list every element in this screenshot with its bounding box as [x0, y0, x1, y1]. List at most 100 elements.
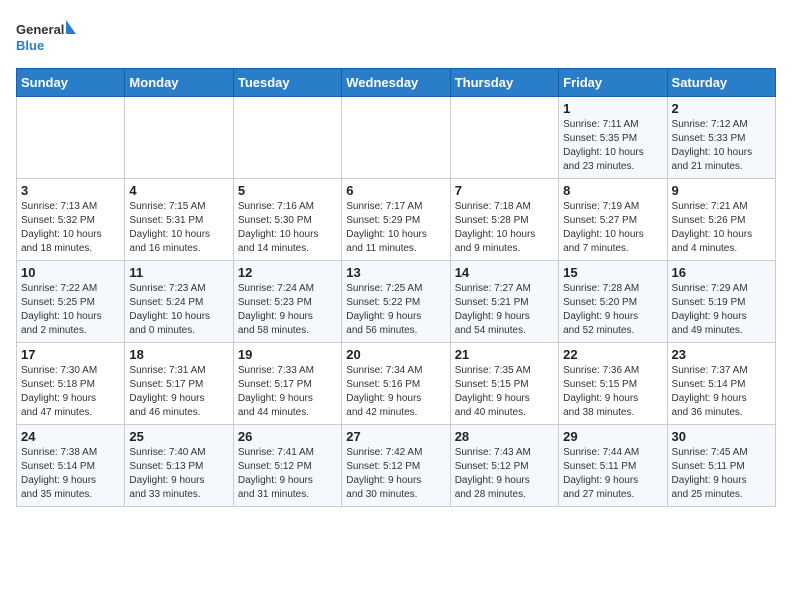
day-info: Sunrise: 7:30 AM Sunset: 5:18 PM Dayligh… — [21, 364, 120, 420]
calendar-cell: 23 Sunrise: 7:37 AM Sunset: 5:14 PM Dayli… — [667, 343, 775, 425]
day-number: 24 — [21, 429, 120, 444]
calendar-week-3: 10Sunrise: 7:22 AM Sunset: 5:25 PM Dayli… — [17, 261, 776, 343]
calendar-cell: 30 Sunrise: 7:45 AM Sunset: 5:11 PM Dayli… — [667, 425, 775, 507]
day-info: Sunrise: 7:40 AM Sunset: 5:13 PM Dayligh… — [129, 446, 228, 502]
day-info: Sunrise: 7:23 AM Sunset: 5:24 PM Dayligh… — [129, 282, 228, 338]
calendar-cell: 28Sunrise: 7:43 AM Sunset: 5:12 PM Dayli… — [450, 425, 558, 507]
calendar-cell: 2Sunrise: 7:12 AM Sunset: 5:33 PM Daylig… — [667, 97, 775, 179]
day-number: 26 — [238, 429, 337, 444]
day-info: Sunrise: 7:13 AM Sunset: 5:32 PM Dayligh… — [21, 200, 120, 256]
weekday-header-friday: Friday — [559, 69, 667, 97]
day-number: 13 — [346, 265, 445, 280]
logo: General Blue — [16, 16, 76, 60]
day-number: 7 — [455, 183, 554, 198]
calendar-cell — [125, 97, 233, 179]
day-number: 1 — [563, 101, 662, 116]
calendar-cell: 25 Sunrise: 7:40 AM Sunset: 5:13 PM Dayli… — [125, 425, 233, 507]
calendar-cell: 10Sunrise: 7:22 AM Sunset: 5:25 PM Dayli… — [17, 261, 125, 343]
calendar-cell — [233, 97, 341, 179]
day-info: Sunrise: 7:18 AM Sunset: 5:28 PM Dayligh… — [455, 200, 554, 256]
day-info: Sunrise: 7:29 AM Sunset: 5:19 PM Dayligh… — [672, 282, 771, 338]
page-header: General Blue — [16, 16, 776, 60]
day-number: 20 — [346, 347, 445, 362]
day-number: 22 — [563, 347, 662, 362]
calendar-week-2: 3 Sunrise: 7:13 AM Sunset: 5:32 PM Daylig… — [17, 179, 776, 261]
calendar-cell — [17, 97, 125, 179]
day-number: 11 — [129, 265, 228, 280]
calendar-cell: 18 Sunrise: 7:31 AM Sunset: 5:17 PM Dayli… — [125, 343, 233, 425]
day-number: 12 — [238, 265, 337, 280]
day-number: 14 — [455, 265, 554, 280]
day-number: 30 — [672, 429, 771, 444]
logo-svg: General Blue — [16, 16, 76, 60]
svg-text:General: General — [16, 22, 64, 37]
calendar-cell: 1 Sunrise: 7:11 AM Sunset: 5:35 PM Daylig… — [559, 97, 667, 179]
day-info: Sunrise: 7:44 AM Sunset: 5:11 PM Dayligh… — [563, 446, 662, 502]
calendar-cell: 17 Sunrise: 7:30 AM Sunset: 5:18 PM Dayli… — [17, 343, 125, 425]
day-info: Sunrise: 7:21 AM Sunset: 5:26 PM Dayligh… — [672, 200, 771, 256]
day-info: Sunrise: 7:45 AM Sunset: 5:11 PM Dayligh… — [672, 446, 771, 502]
day-info: Sunrise: 7:35 AM Sunset: 5:15 PM Dayligh… — [455, 364, 554, 420]
day-info: Sunrise: 7:24 AM Sunset: 5:23 PM Dayligh… — [238, 282, 337, 338]
weekday-header-wednesday: Wednesday — [342, 69, 450, 97]
day-info: Sunrise: 7:31 AM Sunset: 5:17 PM Dayligh… — [129, 364, 228, 420]
day-number: 18 — [129, 347, 228, 362]
calendar-cell — [342, 97, 450, 179]
day-number: 16 — [672, 265, 771, 280]
calendar-cell: 3 Sunrise: 7:13 AM Sunset: 5:32 PM Daylig… — [17, 179, 125, 261]
day-number: 6 — [346, 183, 445, 198]
weekday-header-monday: Monday — [125, 69, 233, 97]
calendar-cell — [450, 97, 558, 179]
day-number: 15 — [563, 265, 662, 280]
calendar-cell: 4 Sunrise: 7:15 AM Sunset: 5:31 PM Daylig… — [125, 179, 233, 261]
calendar-cell: 16 Sunrise: 7:29 AM Sunset: 5:19 PM Dayli… — [667, 261, 775, 343]
day-info: Sunrise: 7:42 AM Sunset: 5:12 PM Dayligh… — [346, 446, 445, 502]
calendar-cell: 22 Sunrise: 7:36 AM Sunset: 5:15 PM Dayli… — [559, 343, 667, 425]
calendar-cell: 13Sunrise: 7:25 AM Sunset: 5:22 PM Dayli… — [342, 261, 450, 343]
day-info: Sunrise: 7:16 AM Sunset: 5:30 PM Dayligh… — [238, 200, 337, 256]
calendar-week-1: 1 Sunrise: 7:11 AM Sunset: 5:35 PM Daylig… — [17, 97, 776, 179]
calendar-cell: 7 Sunrise: 7:18 AM Sunset: 5:28 PM Daylig… — [450, 179, 558, 261]
day-info: Sunrise: 7:33 AM Sunset: 5:17 PM Dayligh… — [238, 364, 337, 420]
day-info: Sunrise: 7:37 AM Sunset: 5:14 PM Dayligh… — [672, 364, 771, 420]
day-number: 8 — [563, 183, 662, 198]
day-info: Sunrise: 7:11 AM Sunset: 5:35 PM Dayligh… — [563, 118, 662, 174]
day-number: 3 — [21, 183, 120, 198]
day-number: 23 — [672, 347, 771, 362]
calendar-cell: 6 Sunrise: 7:17 AM Sunset: 5:29 PM Daylig… — [342, 179, 450, 261]
svg-text:Blue: Blue — [16, 38, 44, 53]
day-number: 27 — [346, 429, 445, 444]
calendar-cell: 11 Sunrise: 7:23 AM Sunset: 5:24 PM Dayli… — [125, 261, 233, 343]
day-info: Sunrise: 7:36 AM Sunset: 5:15 PM Dayligh… — [563, 364, 662, 420]
calendar-cell: 15Sunrise: 7:28 AM Sunset: 5:20 PM Dayli… — [559, 261, 667, 343]
calendar-cell: 21 Sunrise: 7:35 AM Sunset: 5:15 PM Dayli… — [450, 343, 558, 425]
calendar-header-row: SundayMondayTuesdayWednesdayThursdayFrid… — [17, 69, 776, 97]
calendar-cell: 20 Sunrise: 7:34 AM Sunset: 5:16 PM Dayli… — [342, 343, 450, 425]
day-info: Sunrise: 7:34 AM Sunset: 5:16 PM Dayligh… — [346, 364, 445, 420]
day-number: 17 — [21, 347, 120, 362]
day-number: 9 — [672, 183, 771, 198]
day-number: 5 — [238, 183, 337, 198]
day-info: Sunrise: 7:41 AM Sunset: 5:12 PM Dayligh… — [238, 446, 337, 502]
day-number: 25 — [129, 429, 228, 444]
calendar-cell: 26 Sunrise: 7:41 AM Sunset: 5:12 PM Dayli… — [233, 425, 341, 507]
day-info: Sunrise: 7:17 AM Sunset: 5:29 PM Dayligh… — [346, 200, 445, 256]
day-number: 28 — [455, 429, 554, 444]
calendar-week-4: 17 Sunrise: 7:30 AM Sunset: 5:18 PM Dayli… — [17, 343, 776, 425]
day-info: Sunrise: 7:38 AM Sunset: 5:14 PM Dayligh… — [21, 446, 120, 502]
calendar-table: SundayMondayTuesdayWednesdayThursdayFrid… — [16, 68, 776, 507]
day-info: Sunrise: 7:19 AM Sunset: 5:27 PM Dayligh… — [563, 200, 662, 256]
weekday-header-thursday: Thursday — [450, 69, 558, 97]
calendar-cell: 5 Sunrise: 7:16 AM Sunset: 5:30 PM Daylig… — [233, 179, 341, 261]
day-number: 21 — [455, 347, 554, 362]
calendar-cell: 27 Sunrise: 7:42 AM Sunset: 5:12 PM Dayli… — [342, 425, 450, 507]
weekday-header-tuesday: Tuesday — [233, 69, 341, 97]
calendar-cell: 19 Sunrise: 7:33 AM Sunset: 5:17 PM Dayli… — [233, 343, 341, 425]
calendar-cell: 9 Sunrise: 7:21 AM Sunset: 5:26 PM Daylig… — [667, 179, 775, 261]
day-info: Sunrise: 7:27 AM Sunset: 5:21 PM Dayligh… — [455, 282, 554, 338]
day-number: 4 — [129, 183, 228, 198]
day-info: Sunrise: 7:15 AM Sunset: 5:31 PM Dayligh… — [129, 200, 228, 256]
calendar-cell: 29Sunrise: 7:44 AM Sunset: 5:11 PM Dayli… — [559, 425, 667, 507]
day-number: 19 — [238, 347, 337, 362]
day-info: Sunrise: 7:22 AM Sunset: 5:25 PM Dayligh… — [21, 282, 120, 338]
